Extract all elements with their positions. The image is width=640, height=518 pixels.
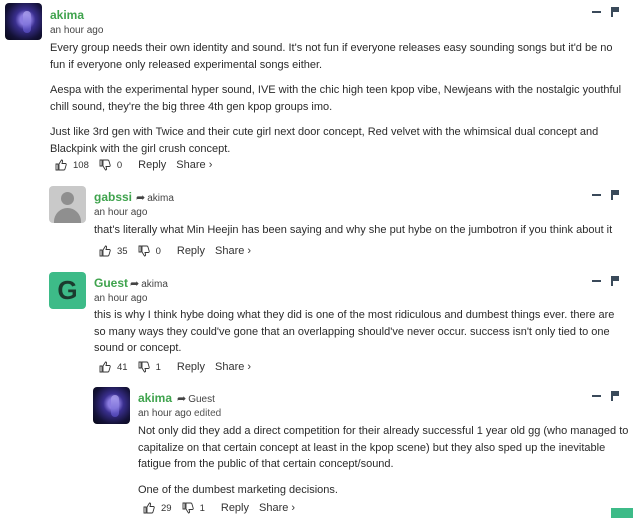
- downvote-count: 1: [155, 361, 161, 373]
- thumbs-down-icon[interactable]: [99, 159, 111, 171]
- comment-actions: 29 1 Reply Share ›: [143, 502, 295, 514]
- comment-paragraph: Just like 3rd gen with Twice and their c…: [50, 126, 599, 155]
- downvote-count: 0: [155, 245, 161, 257]
- reply-button[interactable]: Reply: [177, 361, 205, 373]
- avatar[interactable]: [5, 3, 42, 40]
- upvote-count: 35: [117, 245, 128, 257]
- reply-to[interactable]: ➦ akima: [130, 277, 168, 290]
- share-button[interactable]: Share ›: [259, 502, 295, 514]
- thumbs-up-icon[interactable]: [143, 502, 155, 514]
- collapse-icon[interactable]: [592, 11, 601, 14]
- scroll-to-top-button[interactable]: [611, 508, 633, 518]
- reply-arrow-icon: ➦: [136, 192, 146, 204]
- username[interactable]: akima: [138, 391, 172, 405]
- avatar-head: [61, 192, 74, 205]
- comment-controls: [592, 390, 619, 402]
- avatar[interactable]: G: [49, 272, 86, 309]
- reply-arrow-icon: ➦: [177, 393, 187, 405]
- comment-paragraph: Every group needs their own identity and…: [50, 42, 613, 71]
- thumbs-up-icon[interactable]: [99, 361, 111, 373]
- timestamp[interactable]: an hour ago: [94, 207, 147, 218]
- comment-text: Every group needs their own identity and…: [50, 40, 628, 166]
- thumbs-down-icon[interactable]: [138, 245, 150, 257]
- comment-actions: 108 0 Reply Share ›: [55, 159, 212, 171]
- collapse-icon[interactable]: [592, 194, 601, 197]
- collapse-icon[interactable]: [592, 280, 601, 283]
- upvote-count: 108: [73, 159, 89, 171]
- comment-paragraph: One of the dumbest marketing decisions.: [138, 483, 338, 496]
- timestamp[interactable]: an hour ago: [138, 408, 191, 419]
- reply-to-user: akima: [141, 279, 168, 290]
- avatar-body: [54, 208, 81, 223]
- comment-paragraph: this is why I think hybe doing what they…: [94, 309, 615, 354]
- downvote-count: 0: [116, 159, 123, 171]
- reply-button[interactable]: Reply: [138, 159, 166, 171]
- upvote-count: 29: [161, 502, 172, 514]
- comment-actions: 35 0 Reply Share ›: [99, 245, 251, 257]
- reply-button[interactable]: Reply: [221, 502, 249, 514]
- comment-text: Not only did they add a direct competiti…: [138, 423, 630, 507]
- flag-icon[interactable]: [611, 190, 619, 201]
- avatar[interactable]: [49, 186, 86, 223]
- upvote-count: 41: [117, 361, 128, 373]
- share-button[interactable]: Share ›: [215, 361, 251, 373]
- reply-to[interactable]: ➦ Guest: [177, 392, 215, 405]
- timestamp[interactable]: an hour ago: [94, 293, 147, 304]
- edited-label: edited: [194, 408, 222, 419]
- flag-icon[interactable]: [611, 391, 619, 402]
- thumbs-up-icon[interactable]: [99, 245, 111, 257]
- username[interactable]: akima: [50, 8, 84, 22]
- reply-to-user: akima: [147, 193, 174, 204]
- reply-arrow-icon: ➦: [130, 278, 140, 290]
- comment-actions: 41 1 Reply Share ›: [99, 361, 251, 373]
- comment-paragraph: Not only did they add a direct competiti…: [138, 425, 629, 470]
- avatar[interactable]: [93, 387, 130, 424]
- thumbs-up-icon[interactable]: [55, 159, 67, 171]
- share-button[interactable]: Share ›: [176, 159, 212, 171]
- comment-controls: [592, 275, 619, 287]
- thumbs-down-icon[interactable]: [138, 361, 150, 373]
- downvote-count: 1: [199, 502, 205, 514]
- comment-text: that's literally what Min Heejin has bee…: [94, 222, 628, 248]
- reply-to[interactable]: ➦ akima: [136, 191, 174, 204]
- reply-button[interactable]: Reply: [177, 245, 205, 257]
- flag-icon[interactable]: [611, 7, 619, 18]
- share-button[interactable]: Share ›: [215, 245, 251, 257]
- thumbs-down-icon[interactable]: [182, 502, 194, 514]
- timestamp[interactable]: an hour ago: [50, 25, 103, 36]
- comment-paragraph: that's literally what Min Heejin has bee…: [94, 224, 613, 236]
- comment-controls: [592, 6, 619, 18]
- comment-text: this is why I think hybe doing what they…: [94, 307, 628, 366]
- comment-paragraph: Aespa with the experimental hyper sound,…: [50, 84, 622, 113]
- collapse-icon[interactable]: [592, 395, 601, 398]
- comment-controls: [592, 189, 619, 201]
- flag-icon[interactable]: [611, 276, 619, 287]
- username[interactable]: gabssi: [94, 190, 132, 204]
- reply-to-user: Guest: [188, 394, 215, 405]
- username[interactable]: Guest: [94, 276, 128, 290]
